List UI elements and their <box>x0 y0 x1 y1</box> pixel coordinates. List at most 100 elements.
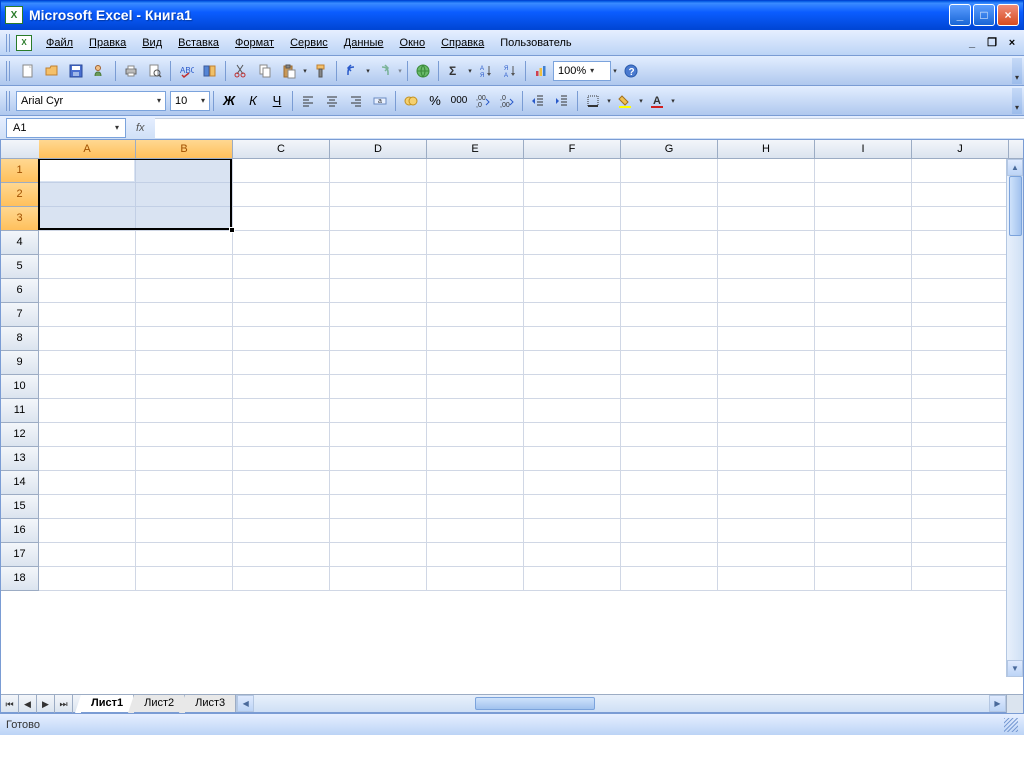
cell-F3[interactable] <box>524 207 621 231</box>
new-button[interactable] <box>17 60 39 82</box>
font-name-combo[interactable]: Arial Cyr▾ <box>16 91 166 111</box>
font-size-combo[interactable]: 10▾ <box>170 91 210 111</box>
column-header-F[interactable]: F <box>524 140 621 158</box>
cell-A4[interactable] <box>39 231 136 255</box>
cell-A11[interactable] <box>39 399 136 423</box>
vscroll-thumb[interactable] <box>1009 176 1022 236</box>
cell-A15[interactable] <box>39 495 136 519</box>
cell-H6[interactable] <box>718 279 815 303</box>
cell-H4[interactable] <box>718 231 815 255</box>
paste-dropdown[interactable]: ▾ <box>301 67 309 75</box>
cell-G6[interactable] <box>621 279 718 303</box>
row-header-14[interactable]: 14 <box>1 471 39 495</box>
cell-A18[interactable] <box>39 567 136 591</box>
chart-wizard-button[interactable] <box>530 60 552 82</box>
cell-F15[interactable] <box>524 495 621 519</box>
cell-F1[interactable] <box>524 159 621 183</box>
scroll-down-button[interactable]: ▼ <box>1007 660 1023 677</box>
cell-J17[interactable] <box>912 543 1009 567</box>
cut-button[interactable] <box>230 60 252 82</box>
column-header-D[interactable]: D <box>330 140 427 158</box>
cell-A10[interactable] <box>39 375 136 399</box>
cell-C12[interactable] <box>233 423 330 447</box>
cell-C16[interactable] <box>233 519 330 543</box>
menu-window[interactable]: Окно <box>392 34 434 52</box>
scroll-right-button[interactable]: ▶ <box>989 695 1006 712</box>
cell-J18[interactable] <box>912 567 1009 591</box>
cell-B10[interactable] <box>136 375 233 399</box>
column-header-J[interactable]: J <box>912 140 1009 158</box>
comma-button[interactable]: 000 <box>448 90 470 112</box>
fill-color-button[interactable] <box>614 90 636 112</box>
cell-H12[interactable] <box>718 423 815 447</box>
cell-J7[interactable] <box>912 303 1009 327</box>
cell-J5[interactable] <box>912 255 1009 279</box>
zoom-dropdown[interactable]: ▾ <box>590 66 594 75</box>
currency-button[interactable] <box>400 90 422 112</box>
menu-data[interactable]: Данные <box>336 34 392 52</box>
row-header-4[interactable]: 4 <box>1 231 39 255</box>
cell-D12[interactable] <box>330 423 427 447</box>
cell-G10[interactable] <box>621 375 718 399</box>
font-color-dropdown[interactable]: ▾ <box>669 97 677 105</box>
cell-I1[interactable] <box>815 159 912 183</box>
cell-B15[interactable] <box>136 495 233 519</box>
cell-I16[interactable] <box>815 519 912 543</box>
cell-A2[interactable] <box>39 183 136 207</box>
cell-H14[interactable] <box>718 471 815 495</box>
cell-J16[interactable] <box>912 519 1009 543</box>
cell-E7[interactable] <box>427 303 524 327</box>
cell-D5[interactable] <box>330 255 427 279</box>
cell-F4[interactable] <box>524 231 621 255</box>
cell-A16[interactable] <box>39 519 136 543</box>
toolbar-grip[interactable] <box>6 91 12 111</box>
sort-desc-button[interactable]: ЯА <box>499 60 521 82</box>
cell-C15[interactable] <box>233 495 330 519</box>
cell-F16[interactable] <box>524 519 621 543</box>
align-right-button[interactable] <box>345 90 367 112</box>
cell-B4[interactable] <box>136 231 233 255</box>
cell-F12[interactable] <box>524 423 621 447</box>
cell-B9[interactable] <box>136 351 233 375</box>
sheet-tab-Лист1[interactable]: Лист1 <box>81 695 134 712</box>
cell-D11[interactable] <box>330 399 427 423</box>
cell-A3[interactable] <box>39 207 136 231</box>
cell-I6[interactable] <box>815 279 912 303</box>
menu-tools[interactable]: Сервис <box>282 34 336 52</box>
row-header-17[interactable]: 17 <box>1 543 39 567</box>
cell-D3[interactable] <box>330 207 427 231</box>
open-button[interactable] <box>41 60 63 82</box>
cell-D7[interactable] <box>330 303 427 327</box>
font-color-button[interactable]: A <box>646 90 668 112</box>
cell-H18[interactable] <box>718 567 815 591</box>
sheet-tab-Лист3[interactable]: Лист3 <box>185 695 236 712</box>
cell-I12[interactable] <box>815 423 912 447</box>
cell-J3[interactable] <box>912 207 1009 231</box>
cell-A9[interactable] <box>39 351 136 375</box>
cell-F14[interactable] <box>524 471 621 495</box>
cell-D16[interactable] <box>330 519 427 543</box>
cell-G7[interactable] <box>621 303 718 327</box>
cell-C18[interactable] <box>233 567 330 591</box>
permission-button[interactable] <box>89 60 111 82</box>
cell-C5[interactable] <box>233 255 330 279</box>
cell-C8[interactable] <box>233 327 330 351</box>
copy-button[interactable] <box>254 60 276 82</box>
cell-I15[interactable] <box>815 495 912 519</box>
cell-B14[interactable] <box>136 471 233 495</box>
cell-I11[interactable] <box>815 399 912 423</box>
zoom-extra-dropdown[interactable]: ▾ <box>611 67 619 75</box>
cell-J4[interactable] <box>912 231 1009 255</box>
cell-H5[interactable] <box>718 255 815 279</box>
mdi-minimize-button[interactable]: _ <box>964 36 980 50</box>
cell-A7[interactable] <box>39 303 136 327</box>
paste-button[interactable] <box>278 60 300 82</box>
cell-E17[interactable] <box>427 543 524 567</box>
cell-C3[interactable] <box>233 207 330 231</box>
cell-E14[interactable] <box>427 471 524 495</box>
cell-G4[interactable] <box>621 231 718 255</box>
cell-A17[interactable] <box>39 543 136 567</box>
cell-A14[interactable] <box>39 471 136 495</box>
cell-B5[interactable] <box>136 255 233 279</box>
cell-H13[interactable] <box>718 447 815 471</box>
